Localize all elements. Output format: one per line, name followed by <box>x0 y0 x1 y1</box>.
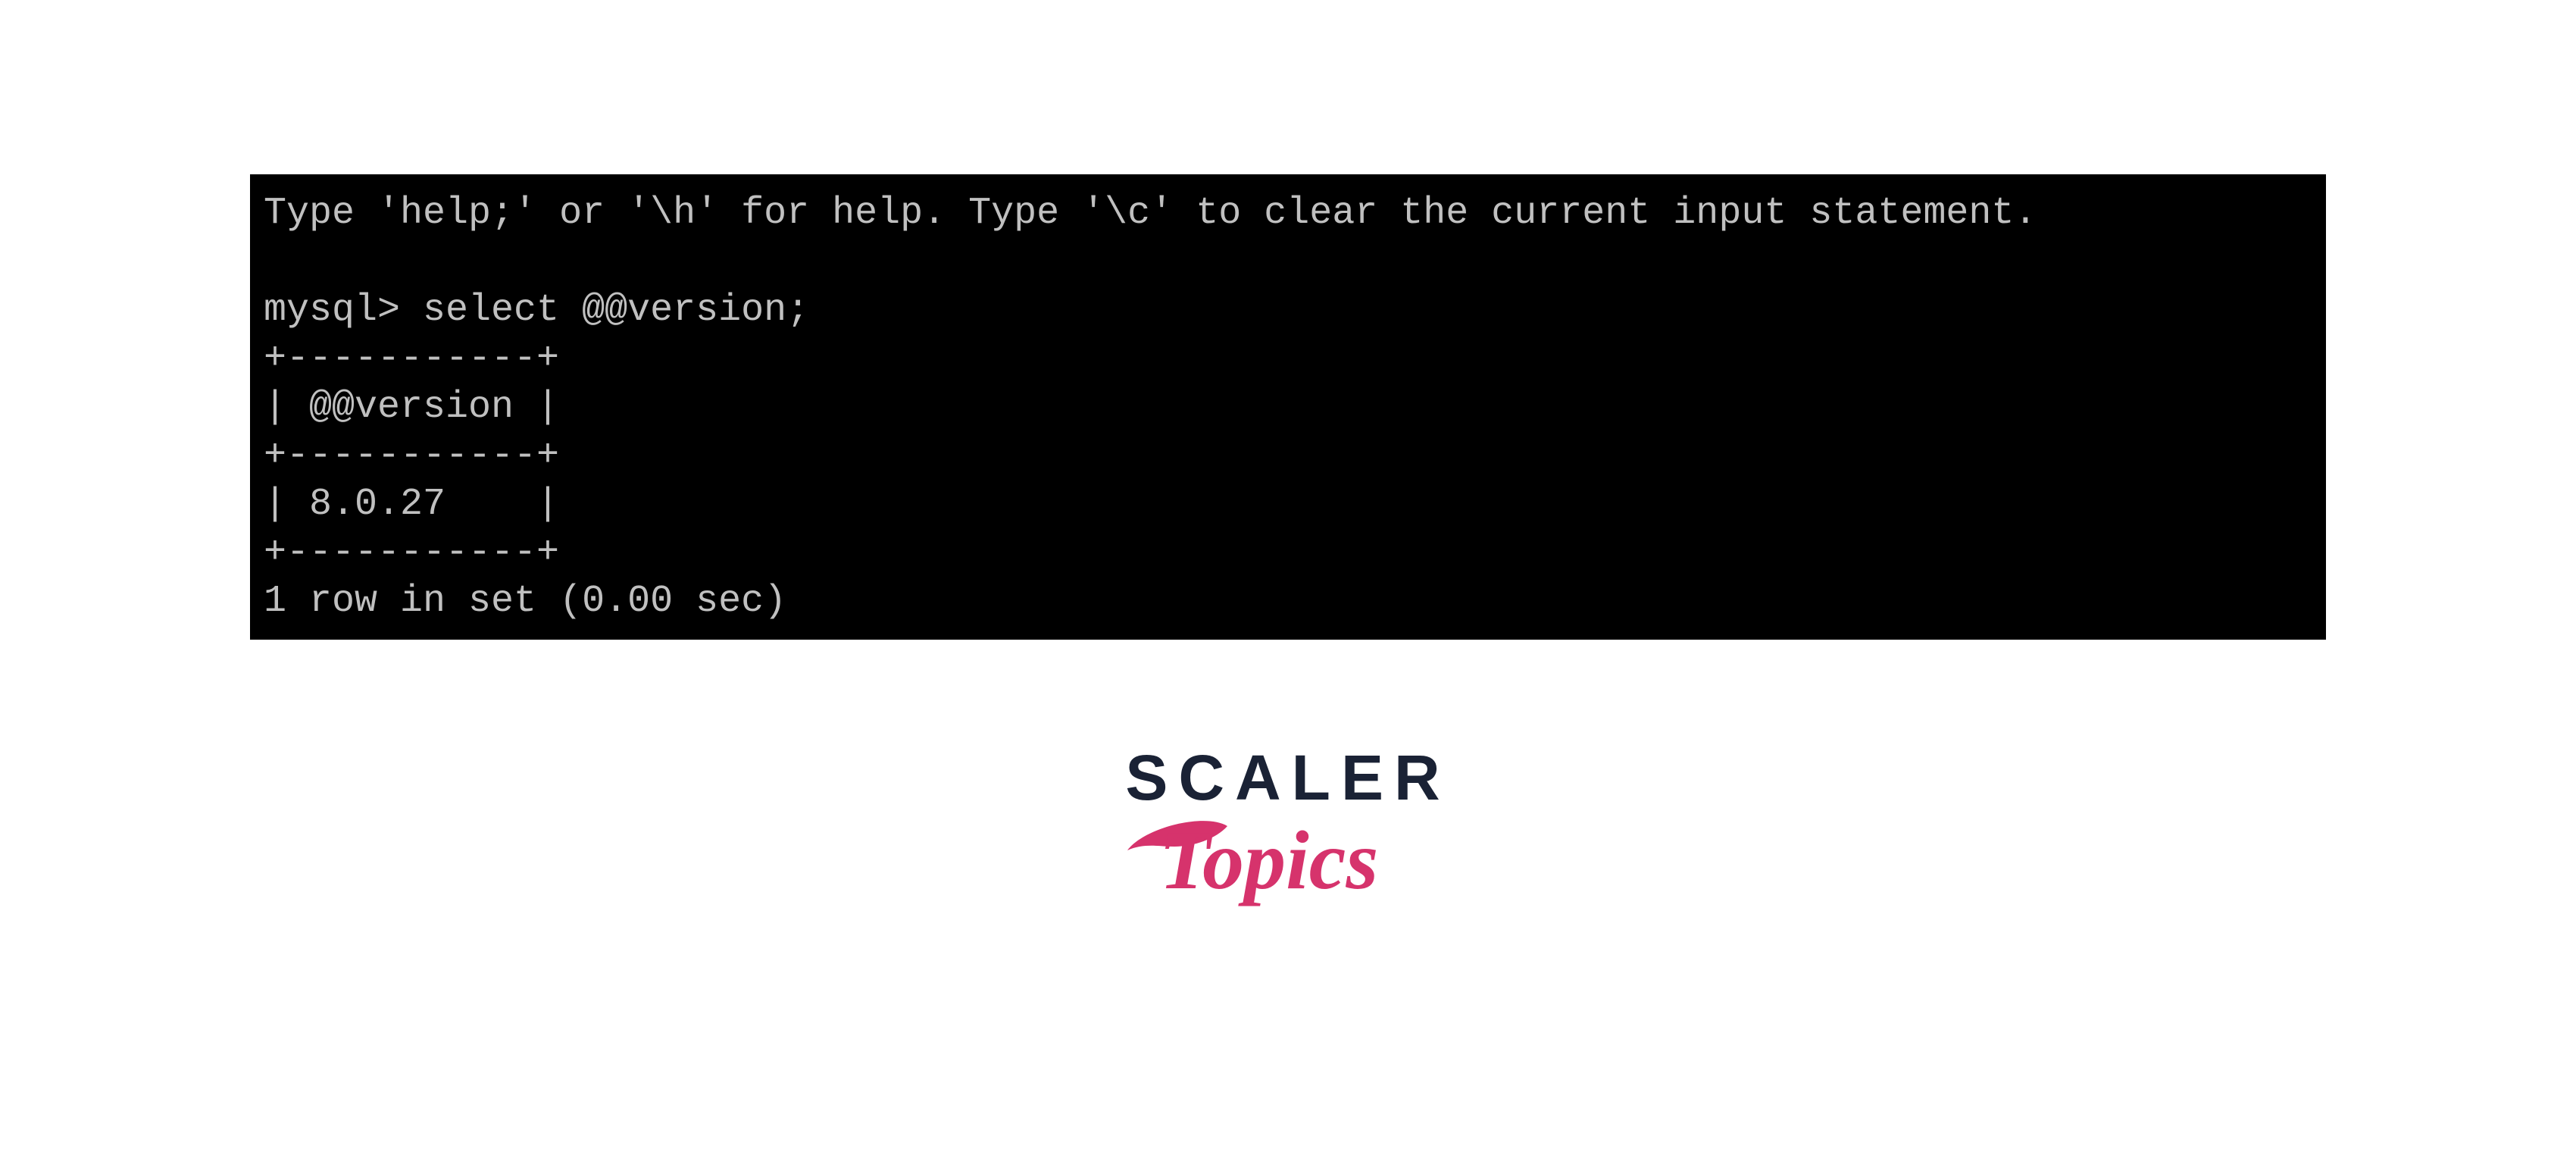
terminal-line: 1 row in set (0.00 sec) <box>264 580 786 623</box>
terminal-line: +-----------+ <box>264 337 559 380</box>
terminal-window[interactable]: Type 'help;' or '\h' for help. Type '\c'… <box>250 174 2326 640</box>
terminal-line: mysql> select @@version; <box>264 289 809 332</box>
logo-scaler-text: SCALER <box>1125 746 1450 809</box>
terminal-line: +-----------+ <box>264 434 559 477</box>
terminal-line: | 8.0.27 | <box>264 483 559 526</box>
logo-topics-text: Topics <box>1114 805 1462 929</box>
scaler-topics-logo: SCALER Topics <box>1114 746 1462 929</box>
terminal-line: | @@version | <box>264 386 559 429</box>
terminal-line: +-----------+ <box>264 531 559 574</box>
svg-text:Topics: Topics <box>1159 814 1378 906</box>
terminal-line: Type 'help;' or '\h' for help. Type '\c'… <box>264 192 2037 235</box>
